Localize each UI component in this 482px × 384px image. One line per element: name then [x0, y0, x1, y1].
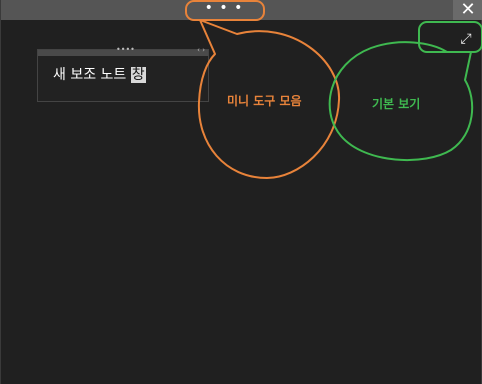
- sticky-note-window: • • • ✕ ⤢ •••• ‹ › 새 보조 노트 창 미니 도구 모음 기본…: [0, 0, 482, 384]
- mini-title-selection: 창: [130, 67, 146, 83]
- close-button[interactable]: ✕: [453, 0, 482, 20]
- mini-title-text: 새 보조 노트: [53, 67, 131, 83]
- mini-arrows-icon[interactable]: ‹ ›: [197, 45, 205, 55]
- title-bar[interactable]: • • • ✕: [1, 0, 482, 20]
- more-options-button[interactable]: • • •: [204, 0, 244, 20]
- expand-icon[interactable]: ⤢: [455, 29, 477, 49]
- default-view-callout-label: 기본 보기: [372, 97, 421, 111]
- mini-note-window[interactable]: •••• ‹ › 새 보조 노트 창: [37, 45, 209, 102]
- mini-more-icon[interactable]: ••••: [116, 45, 135, 55]
- mini-title-bar[interactable]: •••• ‹ ›: [38, 45, 208, 56]
- mini-note-title: 새 보조 노트 창: [53, 66, 146, 84]
- mini-toolbar-callout-label: 미니 도구 모음: [227, 94, 302, 108]
